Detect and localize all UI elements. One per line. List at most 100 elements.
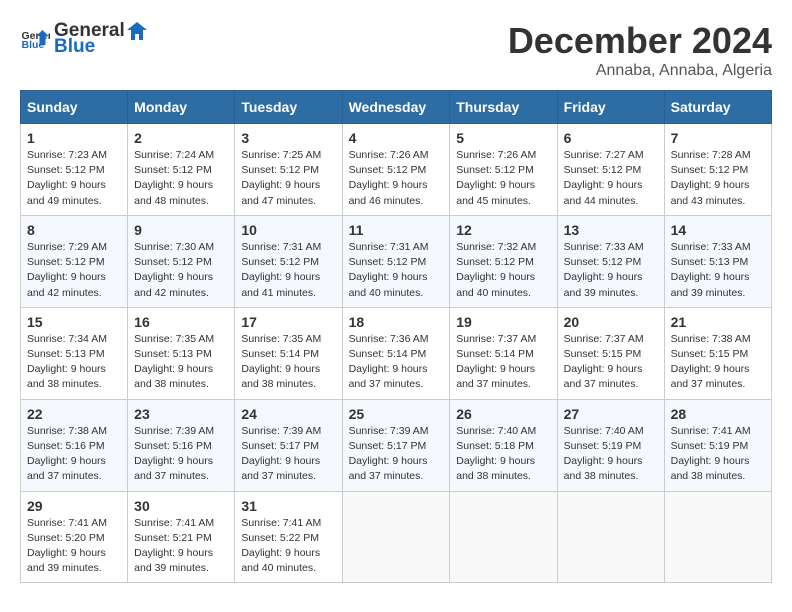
- day-number: 2: [134, 130, 228, 146]
- day-info: Sunrise: 7:35 AMSunset: 5:14 PMDaylight:…: [241, 332, 335, 393]
- col-header-sunday: Sunday: [21, 91, 128, 124]
- calendar-cell: 17Sunrise: 7:35 AMSunset: 5:14 PMDayligh…: [235, 307, 342, 399]
- calendar-cell: 16 Sunrise: 7:35 AMSunset: 5:13 PMDayligh…: [128, 307, 235, 399]
- day-number: 20: [564, 314, 658, 330]
- day-info: Sunrise: 7:33 AMSunset: 5:12 PMDaylight:…: [564, 240, 658, 301]
- day-number: 22: [27, 406, 121, 422]
- calendar-table: SundayMondayTuesdayWednesdayThursdayFrid…: [20, 90, 772, 583]
- day-number: 31: [241, 498, 335, 514]
- calendar-week-row: 29Sunrise: 7:41 AMSunset: 5:20 PMDayligh…: [21, 491, 772, 583]
- day-info: Sunrise: 7:37 AMSunset: 5:14 PMDaylight:…: [456, 332, 550, 393]
- calendar-cell: [450, 491, 557, 583]
- calendar-cell: 5 Sunrise: 7:26 AMSunset: 5:12 PMDaylight…: [450, 124, 557, 216]
- day-info: Sunrise: 7:24 AMSunset: 5:12 PMDaylight:…: [134, 148, 228, 209]
- calendar-cell: 30 Sunrise: 7:41 AMSunset: 5:21 PMDayligh…: [128, 491, 235, 583]
- day-number: 9: [134, 222, 228, 238]
- day-number: 4: [349, 130, 444, 146]
- calendar-cell: [664, 491, 771, 583]
- logo-arrow-icon: [127, 20, 149, 42]
- day-info: Sunrise: 7:26 AMSunset: 5:12 PMDaylight:…: [349, 148, 444, 209]
- day-info: Sunrise: 7:25 AMSunset: 5:12 PMDaylight:…: [241, 148, 335, 209]
- day-info: Sunrise: 7:33 AMSunset: 5:13 PMDaylight:…: [671, 240, 765, 301]
- month-title: December 2024: [508, 20, 772, 62]
- title-block: December 2024 Annaba, Annaba, Algeria: [508, 20, 772, 80]
- day-number: 23: [134, 406, 228, 422]
- day-number: 27: [564, 406, 658, 422]
- day-number: 16: [134, 314, 228, 330]
- day-info: Sunrise: 7:26 AMSunset: 5:12 PMDaylight:…: [456, 148, 550, 209]
- calendar-cell: 8 Sunrise: 7:29 AMSunset: 5:12 PMDaylight…: [21, 215, 128, 307]
- day-info: Sunrise: 7:40 AMSunset: 5:18 PMDaylight:…: [456, 424, 550, 485]
- calendar-week-row: 8 Sunrise: 7:29 AMSunset: 5:12 PMDaylight…: [21, 215, 772, 307]
- calendar-cell: 13Sunrise: 7:33 AMSunset: 5:12 PMDayligh…: [557, 215, 664, 307]
- day-info: Sunrise: 7:30 AMSunset: 5:12 PMDaylight:…: [134, 240, 228, 301]
- calendar-cell: 14Sunrise: 7:33 AMSunset: 5:13 PMDayligh…: [664, 215, 771, 307]
- day-info: Sunrise: 7:38 AMSunset: 5:16 PMDaylight:…: [27, 424, 121, 485]
- day-info: Sunrise: 7:41 AMSunset: 5:22 PMDaylight:…: [241, 516, 335, 577]
- day-number: 18: [349, 314, 444, 330]
- calendar-week-row: 15Sunrise: 7:34 AMSunset: 5:13 PMDayligh…: [21, 307, 772, 399]
- day-number: 7: [671, 130, 765, 146]
- calendar-header-row: SundayMondayTuesdayWednesdayThursdayFrid…: [21, 91, 772, 124]
- day-info: Sunrise: 7:31 AMSunset: 5:12 PMDaylight:…: [349, 240, 444, 301]
- day-info: Sunrise: 7:35 AMSunset: 5:13 PMDaylight:…: [134, 332, 228, 393]
- day-info: Sunrise: 7:31 AMSunset: 5:12 PMDaylight:…: [241, 240, 335, 301]
- day-info: Sunrise: 7:39 AMSunset: 5:16 PMDaylight:…: [134, 424, 228, 485]
- day-info: Sunrise: 7:23 AMSunset: 5:12 PMDaylight:…: [27, 148, 121, 209]
- calendar-cell: 28Sunrise: 7:41 AMSunset: 5:19 PMDayligh…: [664, 399, 771, 491]
- day-number: 24: [241, 406, 335, 422]
- calendar-cell: 22 Sunrise: 7:38 AMSunset: 5:16 PMDayligh…: [21, 399, 128, 491]
- calendar-cell: 15Sunrise: 7:34 AMSunset: 5:13 PMDayligh…: [21, 307, 128, 399]
- col-header-wednesday: Wednesday: [342, 91, 450, 124]
- day-info: Sunrise: 7:29 AMSunset: 5:12 PMDaylight:…: [27, 240, 121, 301]
- svg-text:Blue: Blue: [22, 39, 45, 51]
- day-number: 1: [27, 130, 121, 146]
- calendar-cell: [342, 491, 450, 583]
- calendar-cell: 2 Sunrise: 7:24 AMSunset: 5:12 PMDaylight…: [128, 124, 235, 216]
- day-number: 3: [241, 130, 335, 146]
- day-info: Sunrise: 7:36 AMSunset: 5:14 PMDaylight:…: [349, 332, 444, 393]
- day-number: 10: [241, 222, 335, 238]
- calendar-cell: 18 Sunrise: 7:36 AMSunset: 5:14 PMDayligh…: [342, 307, 450, 399]
- day-info: Sunrise: 7:27 AMSunset: 5:12 PMDaylight:…: [564, 148, 658, 209]
- col-header-saturday: Saturday: [664, 91, 771, 124]
- day-info: Sunrise: 7:32 AMSunset: 5:12 PMDaylight:…: [456, 240, 550, 301]
- calendar-cell: 26Sunrise: 7:40 AMSunset: 5:18 PMDayligh…: [450, 399, 557, 491]
- calendar-cell: 9 Sunrise: 7:30 AMSunset: 5:12 PMDaylight…: [128, 215, 235, 307]
- calendar-cell: 27 Sunrise: 7:40 AMSunset: 5:19 PMDayligh…: [557, 399, 664, 491]
- col-header-monday: Monday: [128, 91, 235, 124]
- col-header-tuesday: Tuesday: [235, 91, 342, 124]
- calendar-cell: 6Sunrise: 7:27 AMSunset: 5:12 PMDaylight…: [557, 124, 664, 216]
- calendar-cell: 1 Sunrise: 7:23 AMSunset: 5:12 PMDaylight…: [21, 124, 128, 216]
- day-number: 25: [349, 406, 444, 422]
- day-info: Sunrise: 7:40 AMSunset: 5:19 PMDaylight:…: [564, 424, 658, 485]
- calendar-cell: 4 Sunrise: 7:26 AMSunset: 5:12 PMDaylight…: [342, 124, 450, 216]
- day-info: Sunrise: 7:41 AMSunset: 5:21 PMDaylight:…: [134, 516, 228, 577]
- day-info: Sunrise: 7:41 AMSunset: 5:20 PMDaylight:…: [27, 516, 121, 577]
- location: Annaba, Annaba, Algeria: [508, 62, 772, 80]
- day-info: Sunrise: 7:39 AMSunset: 5:17 PMDaylight:…: [349, 424, 444, 485]
- col-header-thursday: Thursday: [450, 91, 557, 124]
- calendar-cell: 31 Sunrise: 7:41 AMSunset: 5:22 PMDayligh…: [235, 491, 342, 583]
- logo-icon: General Blue: [20, 24, 50, 54]
- day-number: 30: [134, 498, 228, 514]
- day-number: 19: [456, 314, 550, 330]
- day-number: 5: [456, 130, 550, 146]
- calendar-cell: [557, 491, 664, 583]
- calendar-cell: 24 Sunrise: 7:39 AMSunset: 5:17 PMDayligh…: [235, 399, 342, 491]
- calendar-week-row: 1 Sunrise: 7:23 AMSunset: 5:12 PMDaylight…: [21, 124, 772, 216]
- day-info: Sunrise: 7:28 AMSunset: 5:12 PMDaylight:…: [671, 148, 765, 209]
- calendar-week-row: 22 Sunrise: 7:38 AMSunset: 5:16 PMDayligh…: [21, 399, 772, 491]
- day-info: Sunrise: 7:39 AMSunset: 5:17 PMDaylight:…: [241, 424, 335, 485]
- calendar-cell: 11 Sunrise: 7:31 AMSunset: 5:12 PMDayligh…: [342, 215, 450, 307]
- calendar-cell: 20Sunrise: 7:37 AMSunset: 5:15 PMDayligh…: [557, 307, 664, 399]
- calendar-cell: 29Sunrise: 7:41 AMSunset: 5:20 PMDayligh…: [21, 491, 128, 583]
- day-number: 28: [671, 406, 765, 422]
- calendar-cell: 12 Sunrise: 7:32 AMSunset: 5:12 PMDayligh…: [450, 215, 557, 307]
- day-number: 21: [671, 314, 765, 330]
- page-header: General Blue General Blue December 2024 …: [20, 20, 772, 80]
- day-number: 8: [27, 222, 121, 238]
- day-number: 11: [349, 222, 444, 238]
- day-info: Sunrise: 7:38 AMSunset: 5:15 PMDaylight:…: [671, 332, 765, 393]
- day-number: 12: [456, 222, 550, 238]
